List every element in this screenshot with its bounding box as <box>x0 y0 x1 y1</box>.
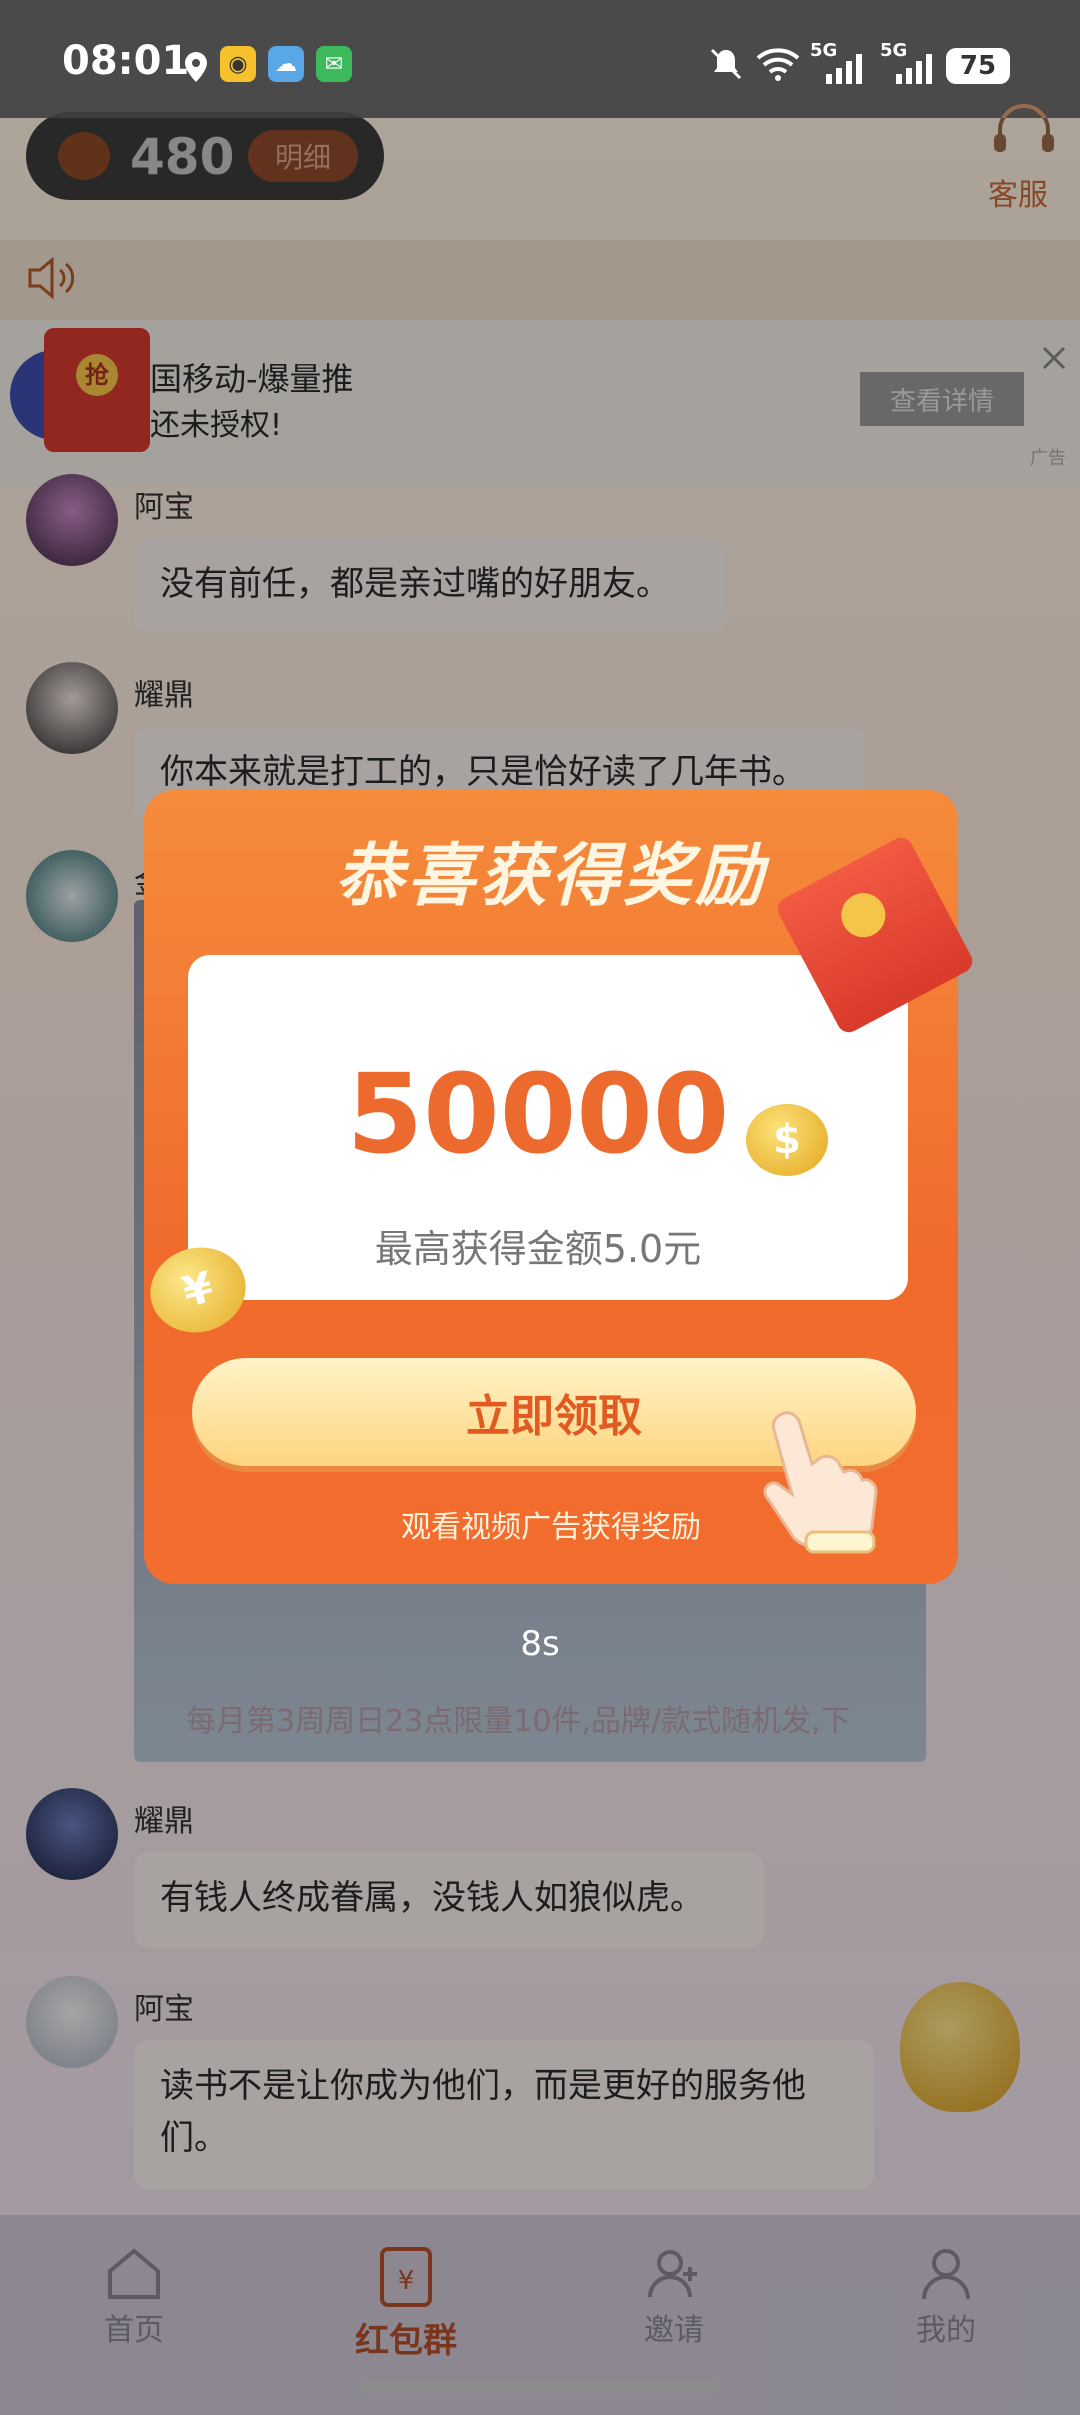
coin-symbol-yuan: ¥ <box>177 1262 219 1317</box>
coin-symbol: $ <box>773 1117 801 1163</box>
status-bar: 08:01 ◉ ☁ ✉ 5G 5G 75 <box>0 0 1080 118</box>
reward-description: 最高获得金额5.0元 <box>374 1227 702 1271</box>
home-indicator[interactable] <box>360 2381 720 2393</box>
mute-icon <box>708 46 744 86</box>
location-icon <box>182 50 210 88</box>
claim-hint: 观看视频广告获得奖励 <box>401 1510 701 1545</box>
battery-level: 75 <box>959 51 997 81</box>
signal-icon-2: 5G <box>880 40 940 84</box>
dollar-coin-icon: $ <box>746 1104 828 1176</box>
signal-icon-1: 5G <box>810 40 870 84</box>
wifi-icon <box>756 46 800 86</box>
app-notification-icon: ◉ <box>220 46 256 82</box>
video-countdown: 8s <box>520 1624 560 1664</box>
weather-icon: ☁ <box>268 46 304 82</box>
battery-icon: 75 <box>946 48 1010 84</box>
wechat-icon: ✉ <box>316 46 352 82</box>
video-banner-text: 每月第3周周日23点限量10件,品牌/款式随机发,下 <box>186 1704 851 1739</box>
status-time: 08:01 <box>62 38 190 84</box>
